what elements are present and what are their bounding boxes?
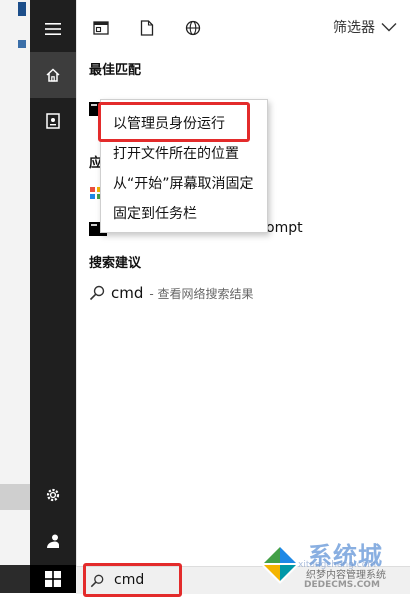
command-prompt-label: ompt bbox=[266, 220, 303, 236]
unpin-from-start-item[interactable]: 从“开始”屏幕取消固定 bbox=[113, 173, 254, 193]
home-button[interactable] bbox=[30, 52, 76, 98]
search-results-panel: 筛选器 最佳匹配 应 ompt 搜索建议 cmd - 查看网络搜索结果 bbox=[76, 0, 410, 566]
search-icon bbox=[89, 285, 105, 301]
web-search-suggestion[interactable]: cmd - 查看网络搜索结果 bbox=[89, 284, 254, 302]
pin-to-taskbar-item[interactable]: 固定到任务栏 bbox=[113, 203, 197, 223]
gear-icon bbox=[46, 488, 60, 502]
document-view-icon bbox=[93, 21, 109, 35]
user-icon bbox=[47, 534, 59, 548]
filter-dropdown[interactable]: 筛选器 bbox=[333, 17, 397, 37]
file-icon bbox=[140, 20, 154, 36]
notebook-button[interactable] bbox=[30, 98, 76, 144]
desktop-icon-fragment bbox=[18, 40, 26, 48]
suggestion-query: cmd bbox=[111, 284, 144, 302]
search-suggestions-heading: 搜索建议 bbox=[89, 256, 142, 271]
search-toolbar: 筛选器 bbox=[77, 0, 410, 58]
home-icon bbox=[46, 68, 60, 82]
suggestion-description: - 查看网络搜索结果 bbox=[149, 286, 254, 301]
watermark-line1: 织梦内容管理系统 bbox=[306, 570, 386, 581]
watermark-line2: DEDECMS.COM bbox=[304, 580, 380, 590]
notebook-icon bbox=[46, 113, 60, 129]
watermark-logo-icon bbox=[260, 544, 300, 584]
open-file-location-item[interactable]: 打开文件所在的位置 bbox=[113, 143, 239, 163]
start-menu-rail bbox=[30, 0, 76, 593]
chevron-down-icon bbox=[381, 23, 397, 32]
web-filter-button[interactable] bbox=[181, 16, 205, 40]
windows-logo-icon bbox=[45, 571, 61, 587]
highlight-box bbox=[98, 102, 250, 142]
windows-start-button[interactable] bbox=[30, 565, 76, 593]
settings-button[interactable] bbox=[30, 472, 76, 518]
desktop-background bbox=[0, 0, 30, 593]
globe-icon bbox=[185, 20, 201, 36]
highlight-box bbox=[83, 563, 182, 597]
document-view-button[interactable] bbox=[89, 16, 113, 40]
best-match-heading: 最佳匹配 bbox=[89, 63, 142, 78]
documents-filter-button[interactable] bbox=[135, 16, 159, 40]
user-button[interactable] bbox=[30, 518, 76, 564]
taskbar-fragment bbox=[0, 565, 30, 593]
desktop-icon-fragment bbox=[18, 2, 26, 16]
watermark: 系统城 xitongcheng.com 织梦内容管理系统 DEDECMS.COM bbox=[258, 536, 410, 593]
hamburger-icon bbox=[45, 23, 61, 35]
hamburger-menu-button[interactable] bbox=[30, 6, 76, 52]
desktop-band bbox=[0, 484, 30, 510]
filter-label: 筛选器 bbox=[333, 20, 375, 36]
